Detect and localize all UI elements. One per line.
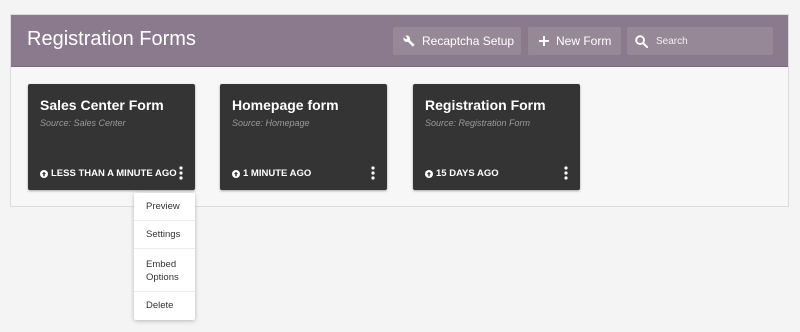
menu-item-delete[interactable]: Delete: [134, 292, 195, 320]
card-menu-button[interactable]: [177, 165, 185, 181]
recaptcha-setup-button[interactable]: Recaptcha Setup: [393, 27, 521, 55]
new-form-button[interactable]: New Form: [528, 27, 621, 55]
kebab-icon: [564, 166, 568, 180]
menu-item-embed-line2: Options: [146, 272, 179, 283]
form-card-time: 1 MINUTE AGO: [232, 168, 311, 179]
form-card[interactable]: Homepage form Source: Homepage 1 MINUTE …: [220, 84, 387, 190]
kebab-icon: [371, 166, 375, 180]
new-form-label: New Form: [556, 34, 612, 48]
form-card[interactable]: Sales Center Form Source: Sales Center L…: [28, 84, 195, 190]
plus-icon: [539, 36, 549, 46]
form-card-source: Source: Registration Form: [425, 118, 531, 128]
wrench-icon: [403, 35, 415, 47]
kebab-icon: [179, 166, 183, 180]
form-card-title: Registration Form: [425, 97, 546, 113]
card-context-menu: Preview Settings Embed Options Delete: [134, 193, 195, 320]
search-icon: [635, 34, 648, 48]
form-card-source: Source: Homepage: [232, 118, 310, 128]
menu-item-preview[interactable]: Preview: [134, 193, 195, 221]
menu-item-embed-line1: Embed: [146, 259, 177, 270]
page-title: Registration Forms: [27, 28, 196, 50]
card-menu-button[interactable]: [562, 165, 570, 181]
card-menu-button[interactable]: [369, 165, 377, 181]
form-card-time-label: 1 MINUTE AGO: [243, 168, 312, 179]
form-card-time: 15 DAYS AGO: [425, 168, 499, 179]
form-card-time-label: LESS THAN A MINUTE AGO: [51, 168, 177, 179]
form-card[interactable]: Registration Form Source: Registration F…: [413, 84, 580, 190]
menu-item-settings[interactable]: Settings: [134, 221, 195, 249]
recaptcha-setup-label: Recaptcha Setup: [422, 34, 515, 48]
arrow-up-circle-icon: [40, 169, 48, 178]
menu-item-embed-options[interactable]: Embed Options: [134, 249, 195, 292]
page-header: Registration Forms Recaptcha Setup New F…: [11, 15, 788, 67]
form-card-time: LESS THAN A MINUTE AGO: [40, 168, 177, 179]
search-box[interactable]: [627, 27, 773, 55]
arrow-up-circle-icon: [232, 169, 240, 178]
form-card-title: Homepage form: [232, 97, 339, 113]
form-card-source: Source: Sales Center: [40, 118, 126, 128]
search-input[interactable]: [656, 35, 756, 47]
form-card-title: Sales Center Form: [40, 97, 164, 113]
arrow-up-circle-icon: [425, 169, 433, 178]
form-card-time-label: 15 DAYS AGO: [436, 168, 499, 179]
forms-panel: Registration Forms Recaptcha Setup New F…: [10, 14, 789, 207]
